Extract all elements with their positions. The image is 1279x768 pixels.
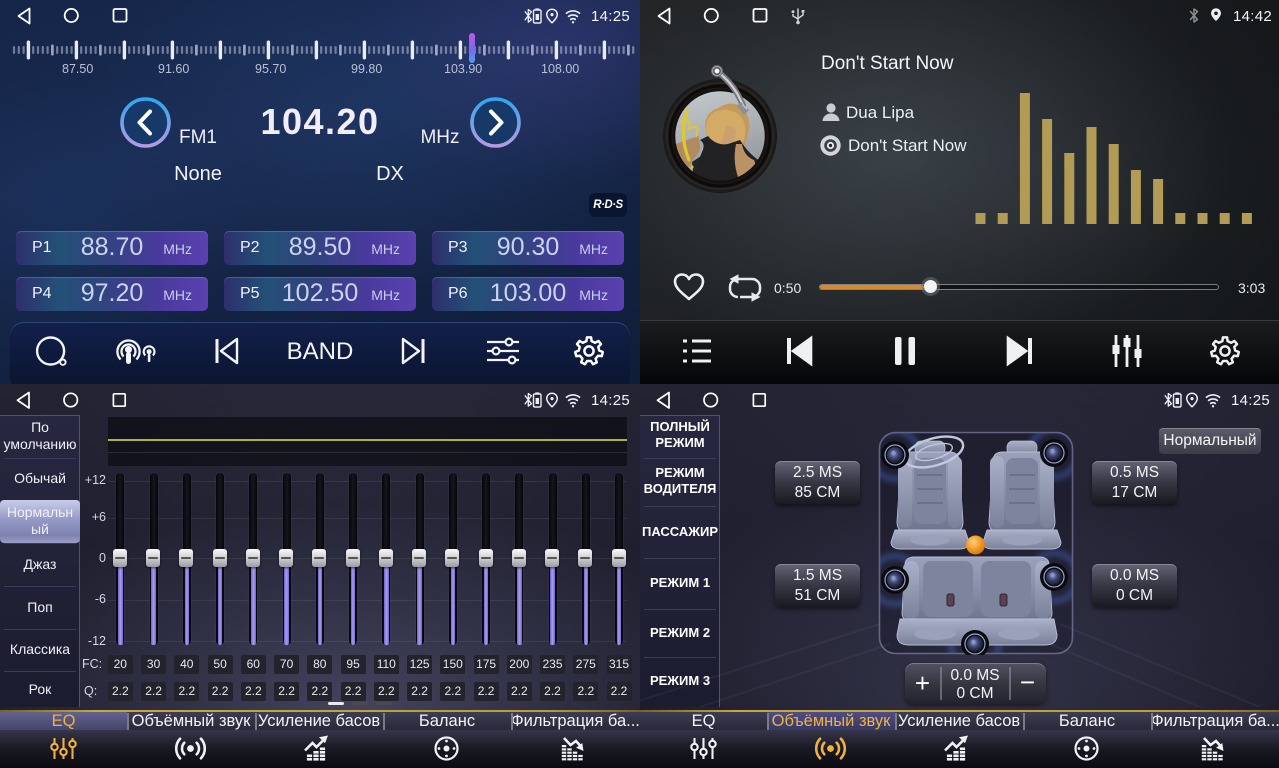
svg-text:BAND: BAND <box>287 338 354 365</box>
